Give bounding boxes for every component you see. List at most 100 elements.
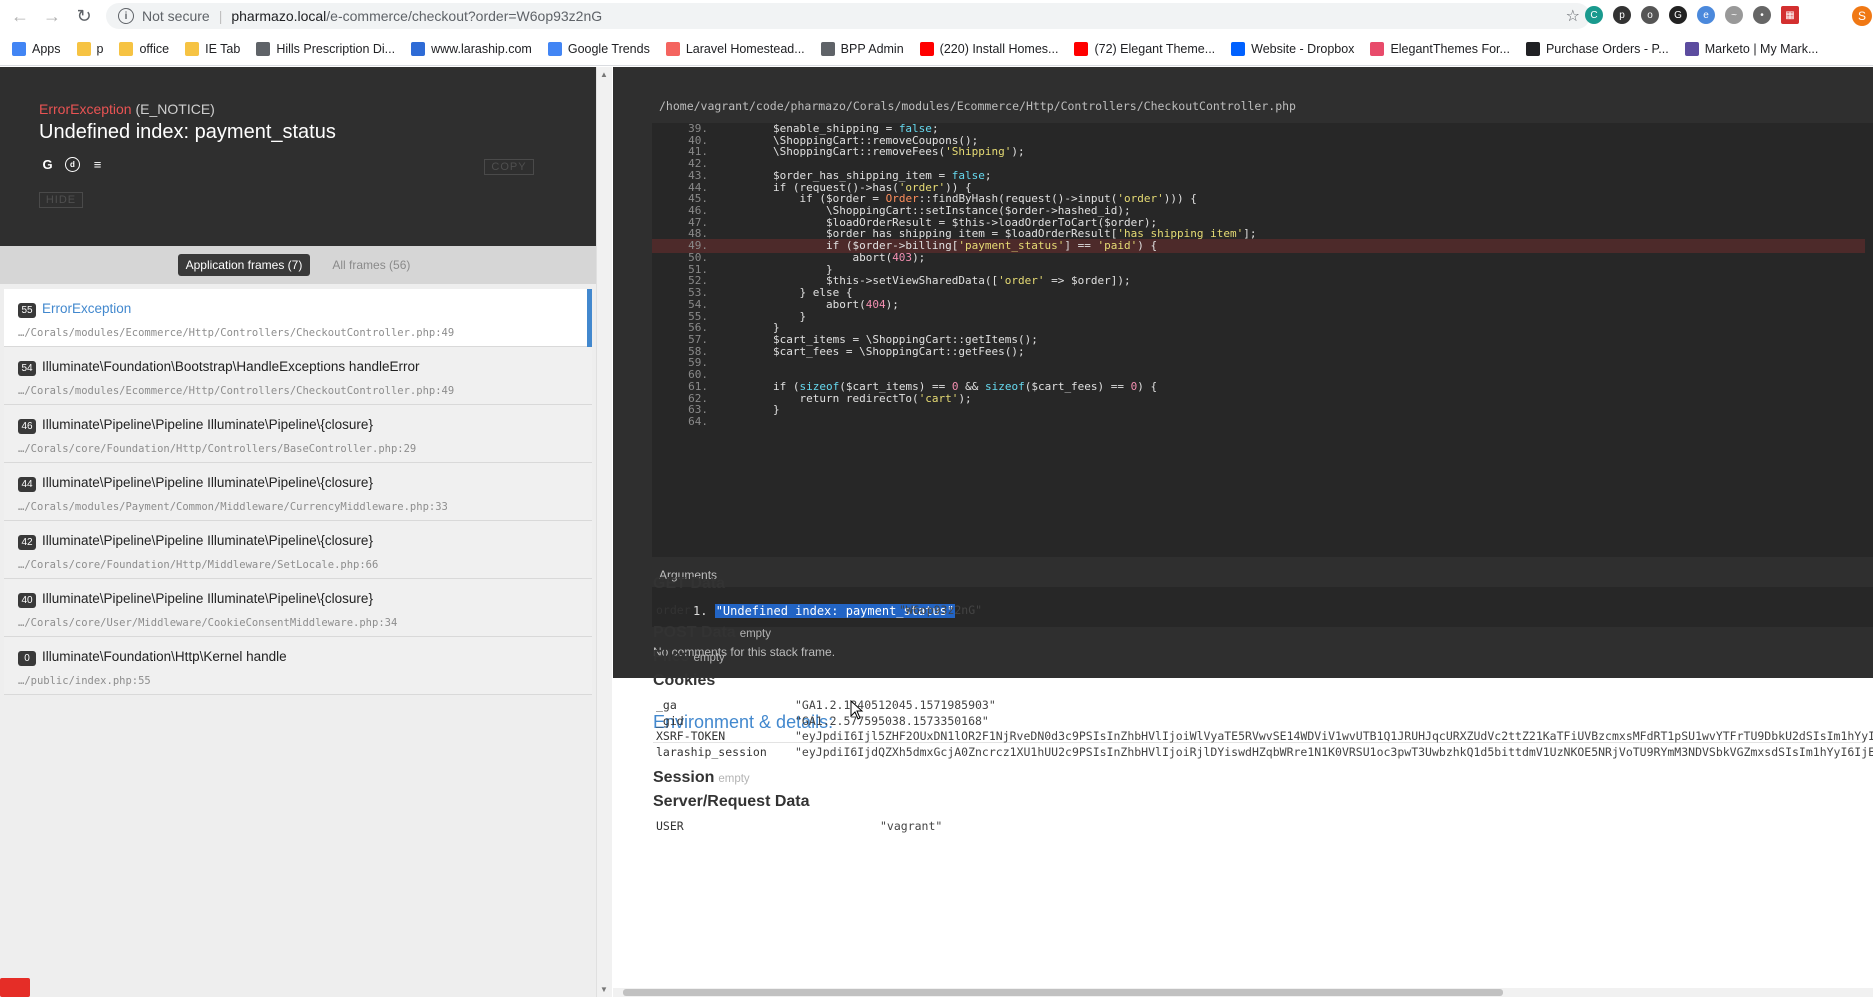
bookmark-item[interactable]: BPP Admin (820, 41, 904, 56)
horizontal-scroll-thumb[interactable] (623, 989, 1503, 996)
frame-number-badge: 44 (18, 477, 36, 492)
stack-frame[interactable]: 42 Illuminate\Pipeline\Pipeline Illuminat… (4, 521, 592, 579)
bookmark-item[interactable]: ElegantThemes For... (1370, 41, 1510, 56)
bookmark-item[interactable]: p (76, 41, 103, 56)
bookmark-item[interactable]: (72) Elegant Theme... (1074, 41, 1216, 56)
frame-file: …/Corals/modules/Ecommerce/Http/Controll… (18, 385, 455, 397)
extension-ie-icon[interactable]: e (1697, 6, 1715, 24)
bookmark-item[interactable]: Website - Dropbox (1231, 41, 1354, 56)
get-data-label: GET Data (653, 575, 726, 592)
google-search-icon[interactable]: G (40, 157, 55, 172)
post-empty-label: empty (739, 628, 772, 640)
browser-toolbar: ← → ↻ i Not secure | pharmazo.local/e-co… (0, 0, 1873, 32)
stack-frame[interactable]: 0 Illuminate\Foundation\Http\Kernel handl… (4, 637, 592, 695)
line-code: } (720, 403, 780, 417)
bookmark-item[interactable]: IE Tab (185, 41, 240, 56)
exception-type: ErrorException (E_NOTICE) (39, 101, 215, 117)
frame-title: Illuminate\Foundation\Bootstrap\HandleEx… (42, 359, 420, 374)
server-data-title: Server/Request Data (653, 793, 810, 811)
stackoverflow-search-icon[interactable]: ≡ (90, 157, 105, 172)
exception-message: Undefined index: payment_status (39, 121, 336, 143)
bookmark-item[interactable]: Apps (12, 41, 61, 56)
scroll-up-icon[interactable]: ▲ (600, 70, 608, 79)
frame-number-badge: 46 (18, 419, 36, 434)
line-code: \ShoppingCart::removeFees('Shipping'); (720, 145, 1025, 159)
mouse-cursor-icon (850, 700, 864, 720)
bookmark-icon (1684, 41, 1699, 56)
bookmark-item[interactable]: Hills Prescription Di... (256, 41, 396, 56)
exception-notice: (E_NOTICE) (135, 101, 215, 117)
data-value: "GA1.2.1340512045.1571985903" (795, 698, 996, 712)
extension-grid-icon[interactable]: ▦ (1781, 6, 1799, 24)
data-value: "eyJpdiI6IjdQZXh5dmxGcjA0Zncrcz1XU1hUU2c… (795, 744, 1873, 759)
extension-circle-icon[interactable]: o (1641, 6, 1659, 24)
bookmark-label: www.laraship.com (431, 41, 532, 56)
security-label: Not secure (142, 8, 210, 24)
extension-php-icon[interactable]: p (1613, 6, 1631, 24)
extension-wave-icon[interactable]: ~ (1725, 6, 1743, 24)
whoops-logo-icon (0, 978, 30, 997)
bookmark-item[interactable]: Marketo | My Mark... (1684, 41, 1819, 56)
bookmark-item[interactable]: (220) Install Homes... (919, 41, 1058, 56)
copy-button[interactable]: COPY (484, 159, 534, 175)
extension-pin-icon[interactable]: • (1753, 6, 1771, 24)
stack-frame[interactable]: 40 Illuminate\Pipeline\Pipeline Illuminat… (4, 579, 592, 637)
session-empty-label: empty (718, 773, 750, 785)
bookmark-icon (76, 41, 91, 56)
files-empty-label: empty (693, 652, 725, 664)
code-line: 64. (652, 415, 720, 429)
tab-all-frames[interactable]: All frames (56) (324, 254, 418, 276)
bookmark-label: Hills Prescription Di... (276, 41, 396, 56)
horizontal-scrollbar[interactable] (613, 988, 1873, 997)
bookmark-item[interactable]: Google Trends (547, 41, 650, 56)
reload-icon[interactable]: ↻ (70, 2, 98, 30)
bookmark-label: Marketo | My Mark... (1704, 41, 1819, 56)
scroll-down-icon[interactable]: ▼ (600, 985, 608, 994)
info-icon[interactable]: i (118, 8, 134, 24)
server-data-label: Server/Request Data (653, 793, 810, 810)
stack-frame[interactable]: 44 Illuminate\Pipeline\Pipeline Illuminat… (4, 463, 592, 521)
extension-icons: C p o G e ~ • ▦ (1585, 6, 1799, 24)
duckduckgo-search-icon[interactable]: d (65, 157, 80, 172)
tab-application-frames[interactable]: Application frames (7) (177, 254, 311, 276)
frame-title: ErrorException (42, 301, 132, 316)
frame-title: Illuminate\Pipeline\Pipeline Illuminate\… (42, 591, 373, 606)
address-bar[interactable]: i Not secure | pharmazo.local/e-commerce… (106, 3, 1590, 29)
extension-g-icon[interactable]: G (1669, 6, 1687, 24)
bookmark-item[interactable]: office (119, 41, 169, 56)
profile-avatar[interactable]: S (1852, 6, 1872, 26)
frame-number-badge: 40 (18, 593, 36, 608)
data-value: "GA1.2.577595038.1573350168" (795, 713, 989, 728)
data-value: "W6op93z2nG" (899, 603, 983, 617)
argument-index: 1. (693, 604, 708, 618)
frame-number-badge: 55 (18, 303, 36, 318)
bookmark-star-icon[interactable]: ☆ (1566, 6, 1580, 26)
bookmark-icon (547, 41, 562, 56)
line-number: 64. (688, 415, 708, 428)
stack-panel: ErrorException (E_NOTICE) Undefined inde… (0, 67, 596, 997)
data-key: XSRF-TOKEN (656, 729, 726, 743)
stack-frame[interactable]: 55 ErrorException …/Corals/modules/Ecommer… (4, 289, 592, 347)
forward-icon[interactable]: → (38, 2, 66, 30)
hide-button[interactable]: HIDE (39, 192, 83, 208)
data-key: order (656, 603, 691, 617)
stack-frame[interactable]: 54 Illuminate\Foundation\Bootstrap\Handle… (4, 347, 592, 405)
frame-file-path: /home/vagrant/code/pharmazo/Corals/modul… (659, 99, 1296, 113)
bookmark-icon (256, 41, 271, 56)
back-icon[interactable]: ← (6, 2, 34, 30)
extension-c-icon[interactable]: C (1585, 6, 1603, 24)
bookmark-item[interactable]: Laravel Homestead... (665, 41, 805, 56)
stack-frame[interactable]: 46 Illuminate\Pipeline\Pipeline Illuminat… (4, 405, 592, 463)
data-key: laraship_session (656, 744, 767, 759)
frame-title: Illuminate\Foundation\Http\Kernel handle (42, 649, 287, 664)
bookmark-item[interactable]: Purchase Orders - P... (1525, 41, 1669, 56)
frame-title: Illuminate\Pipeline\Pipeline Illuminate\… (42, 417, 373, 432)
left-scrollbar[interactable]: ▲ ▼ (596, 67, 612, 997)
frame-title: Illuminate\Pipeline\Pipeline Illuminate\… (42, 475, 373, 490)
bookmark-icon (1074, 41, 1089, 56)
bookmark-label: (72) Elegant Theme... (1094, 41, 1216, 56)
session-label: Session (653, 769, 715, 786)
bookmark-item[interactable]: www.laraship.com (411, 41, 532, 56)
bookmark-icon (665, 41, 680, 56)
exception-header: ErrorException (E_NOTICE) Undefined inde… (0, 67, 596, 246)
